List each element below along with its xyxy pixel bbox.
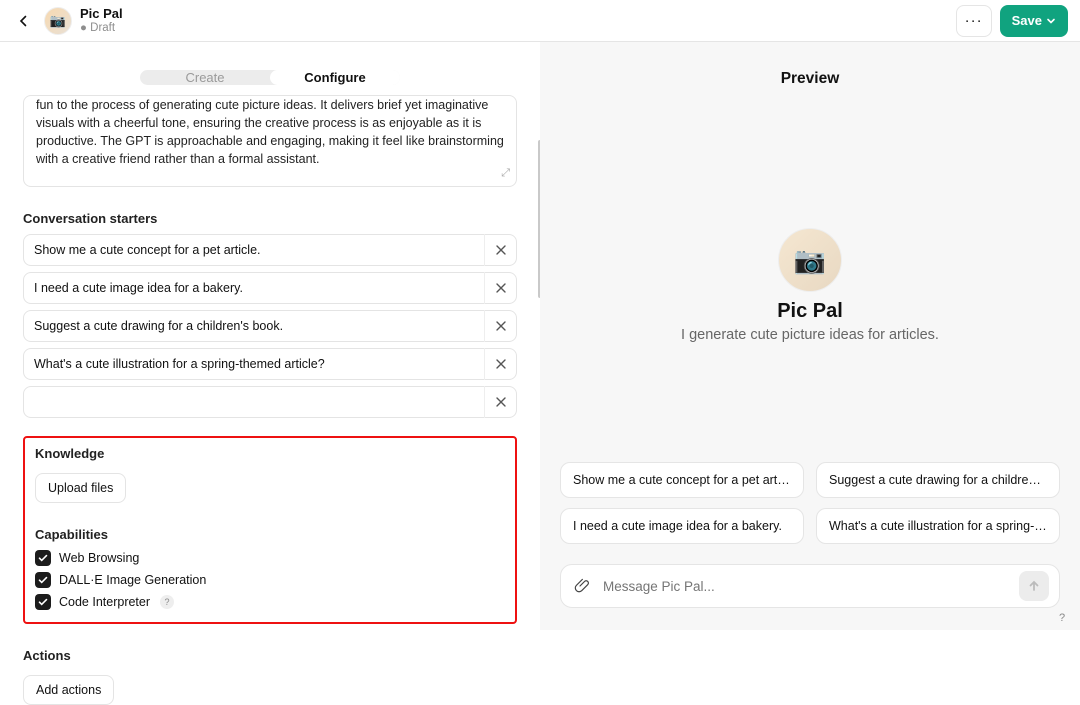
tab-switcher: Create Configure (140, 70, 400, 85)
starter-row: Show me a cute concept for a pet article… (23, 234, 517, 266)
starter-text[interactable]: Suggest a cute drawing for a children's … (24, 319, 484, 333)
check-icon (38, 553, 48, 563)
capability-label: Web Browsing (59, 551, 139, 565)
message-bar (560, 564, 1060, 608)
delete-starter-button[interactable] (484, 310, 516, 342)
app-avatar: 📷 (44, 7, 72, 35)
capability-row: Code Interpreter? (35, 594, 505, 610)
preview-starter-chips: Show me a cute concept for a pet article… (560, 462, 1060, 554)
starter-text[interactable]: Show me a cute concept for a pet article… (24, 243, 484, 257)
tab-create[interactable]: Create (140, 70, 270, 85)
paperclip-icon (574, 577, 592, 595)
starter-row (23, 386, 517, 418)
capability-checkbox[interactable] (35, 572, 51, 588)
message-input[interactable] (595, 579, 1019, 594)
preview-heading: Preview (540, 70, 1080, 88)
editor-pane: Create Configure fun to the process of g… (0, 42, 540, 630)
close-icon (496, 245, 506, 255)
preview-chip[interactable]: Suggest a cute drawing for a children's … (816, 462, 1060, 498)
capability-checkbox[interactable] (35, 550, 51, 566)
attach-button[interactable] (571, 577, 595, 595)
delete-starter-button[interactable] (484, 386, 516, 418)
preview-chip[interactable]: What's a cute illustration for a spring-… (816, 508, 1060, 544)
capability-row: DALL·E Image Generation (35, 572, 505, 588)
upload-files-button[interactable]: Upload files (35, 473, 126, 503)
check-icon (38, 575, 48, 585)
close-icon (496, 359, 506, 369)
capability-label: Code Interpreter (59, 595, 150, 609)
chevron-down-icon (1046, 16, 1056, 26)
info-icon[interactable]: ? (160, 595, 174, 609)
arrow-up-icon (1027, 579, 1041, 593)
preview-tagline: I generate cute picture ideas for articl… (681, 327, 939, 343)
starter-row: I need a cute image idea for a bakery. (23, 272, 517, 304)
preview-avatar: 📷 (778, 228, 842, 292)
app-status: ● Draft (80, 21, 123, 35)
preview-name: Pic Pal (777, 300, 843, 323)
help-button[interactable]: ? (1054, 610, 1070, 626)
capability-label: DALL·E Image Generation (59, 573, 206, 587)
starters-heading: Conversation starters (23, 211, 517, 226)
capability-checkbox[interactable] (35, 594, 51, 610)
description-box[interactable]: fun to the process of generating cute pi… (23, 95, 517, 187)
add-actions-button[interactable]: Add actions (23, 675, 114, 705)
delete-starter-button[interactable] (484, 272, 516, 304)
starter-row: What's a cute illustration for a spring-… (23, 348, 517, 380)
description-text: fun to the process of generating cute pi… (36, 98, 504, 166)
highlighted-region: Knowledge Upload files Capabilities Web … (23, 436, 517, 624)
app-header: 📷 Pic Pal ● Draft ··· Save (0, 0, 1080, 42)
knowledge-heading: Knowledge (35, 446, 505, 461)
actions-heading: Actions (23, 648, 517, 663)
starter-text[interactable]: I need a cute image idea for a bakery. (24, 281, 484, 295)
save-button-label: Save (1012, 13, 1042, 28)
send-button[interactable] (1019, 571, 1049, 601)
camera-icon: 📷 (50, 13, 66, 29)
save-button[interactable]: Save (1000, 5, 1068, 37)
chevron-left-icon (18, 15, 30, 27)
check-icon (38, 597, 48, 607)
capabilities-heading: Capabilities (35, 527, 505, 542)
expand-icon[interactable]: ⤢ (501, 164, 510, 182)
preview-chip[interactable]: Show me a cute concept for a pet article… (560, 462, 804, 498)
close-icon (496, 397, 506, 407)
close-icon (496, 321, 506, 331)
preview-chip[interactable]: I need a cute image idea for a bakery. (560, 508, 804, 544)
capability-row: Web Browsing (35, 550, 505, 566)
starter-row: Suggest a cute drawing for a children's … (23, 310, 517, 342)
more-menu-button[interactable]: ··· (956, 5, 992, 37)
tab-configure[interactable]: Configure (270, 70, 400, 85)
delete-starter-button[interactable] (484, 234, 516, 266)
back-button[interactable] (12, 9, 36, 33)
header-text: Pic Pal ● Draft (80, 7, 123, 35)
delete-starter-button[interactable] (484, 348, 516, 380)
preview-pane: Preview 📷 Pic Pal I generate cute pictur… (540, 42, 1080, 630)
app-title: Pic Pal (80, 7, 123, 21)
close-icon (496, 283, 506, 293)
starter-text[interactable]: What's a cute illustration for a spring-… (24, 357, 484, 371)
camera-icon: 📷 (794, 245, 826, 276)
